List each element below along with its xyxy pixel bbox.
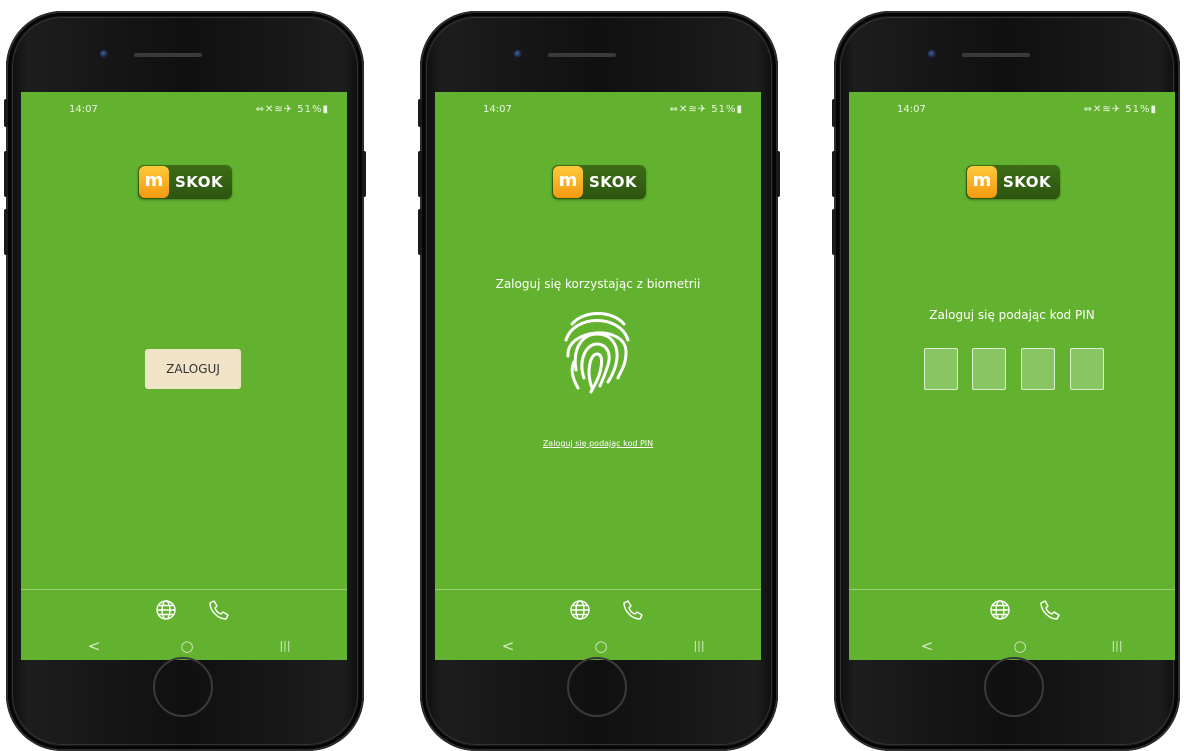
home-button xyxy=(153,657,213,717)
nav-home-button[interactable]: ○ xyxy=(1010,638,1030,654)
volume-down-button xyxy=(4,209,8,255)
volume-down-button xyxy=(832,209,836,255)
status-indicators: ⇔✕≋✈ 51%▮ xyxy=(1083,104,1157,115)
power-button xyxy=(362,151,366,197)
mskok-logo: m SKOK xyxy=(552,165,646,199)
volume-up-button xyxy=(832,151,836,197)
nav-recents-button[interactable]: ||| xyxy=(1107,638,1127,654)
status-time: 14:07 xyxy=(483,104,512,115)
nav-home-button[interactable]: ○ xyxy=(177,638,197,654)
screen-pin: 14:07 ⇔✕≋✈ 51%▮ m SKOK Zaloguj się podaj… xyxy=(849,92,1175,660)
logo-letter: m xyxy=(553,166,583,198)
status-bar: 14:07 ⇔✕≋✈ 51%▮ xyxy=(435,104,761,118)
status-indicators: ⇔✕≋✈ 51%▮ xyxy=(255,104,329,115)
mskok-logo: m SKOK xyxy=(138,165,232,199)
status-time: 14:07 xyxy=(897,104,926,115)
screen-biometric: 14:07 ⇔✕≋✈ 51%▮ m SKOK Zaloguj się korzy… xyxy=(435,92,761,660)
nav-back-button[interactable]: < xyxy=(84,638,104,654)
fingerprint-icon[interactable] xyxy=(560,306,634,396)
phone-frame-1: 14:07 ⇔✕≋✈ 51%▮ m SKOK ZALOGUJ < ○ ||| xyxy=(4,11,366,751)
pin-login-link[interactable]: Zaloguj się podając kod PIN xyxy=(435,439,761,448)
front-camera xyxy=(928,50,936,58)
logo-text: SKOK xyxy=(1003,173,1052,191)
earpiece-speaker xyxy=(962,53,1030,57)
logo-letter: m xyxy=(967,166,997,198)
side-button xyxy=(832,99,836,127)
footer-divider xyxy=(849,589,1175,590)
phone-icon[interactable] xyxy=(1038,598,1062,622)
screen-login: 14:07 ⇔✕≋✈ 51%▮ m SKOK ZALOGUJ < ○ ||| xyxy=(21,92,347,660)
logo-text: SKOK xyxy=(589,173,638,191)
volume-up-button xyxy=(418,151,422,197)
power-button xyxy=(776,151,780,197)
pin-digit-2[interactable] xyxy=(972,348,1006,390)
pin-digit-4[interactable] xyxy=(1070,348,1104,390)
pin-digit-3[interactable] xyxy=(1021,348,1055,390)
logo-letter: m xyxy=(139,166,169,198)
status-indicators: ⇔✕≋✈ 51%▮ xyxy=(669,104,743,115)
status-bar: 14:07 ⇔✕≋✈ 51%▮ xyxy=(849,104,1175,118)
mskok-logo: m SKOK xyxy=(966,165,1060,199)
biometric-heading: Zaloguj się korzystając z biometrii xyxy=(495,277,701,291)
phone-frame-3: 14:07 ⇔✕≋✈ 51%▮ m SKOK Zaloguj się podaj… xyxy=(832,11,1180,751)
nav-back-button[interactable]: < xyxy=(498,638,518,654)
phone-frame-2: 14:07 ⇔✕≋✈ 51%▮ m SKOK Zaloguj się korzy… xyxy=(418,11,780,751)
status-time: 14:07 xyxy=(69,104,98,115)
phone-icon[interactable] xyxy=(621,598,645,622)
footer-divider xyxy=(435,589,761,590)
volume-up-button xyxy=(4,151,8,197)
pin-digit-1[interactable] xyxy=(924,348,958,390)
footer-divider xyxy=(21,589,347,590)
side-button xyxy=(418,99,422,127)
globe-icon[interactable] xyxy=(988,598,1012,622)
home-button xyxy=(984,657,1044,717)
home-button xyxy=(567,657,627,717)
logo-text: SKOK xyxy=(175,173,224,191)
volume-down-button xyxy=(418,209,422,255)
login-button[interactable]: ZALOGUJ xyxy=(145,349,241,389)
earpiece-speaker xyxy=(134,53,202,57)
nav-back-button[interactable]: < xyxy=(917,638,937,654)
nav-recents-button[interactable]: ||| xyxy=(689,638,709,654)
globe-icon[interactable] xyxy=(568,598,592,622)
side-button xyxy=(4,99,8,127)
nav-home-button[interactable]: ○ xyxy=(591,638,611,654)
status-bar: 14:07 ⇔✕≋✈ 51%▮ xyxy=(21,104,347,118)
nav-recents-button[interactable]: ||| xyxy=(275,638,295,654)
globe-icon[interactable] xyxy=(154,598,178,622)
earpiece-speaker xyxy=(548,53,616,57)
phone-icon[interactable] xyxy=(207,598,231,622)
pin-heading: Zaloguj się podając kod PIN xyxy=(929,308,1095,322)
front-camera xyxy=(100,50,108,58)
front-camera xyxy=(514,50,522,58)
